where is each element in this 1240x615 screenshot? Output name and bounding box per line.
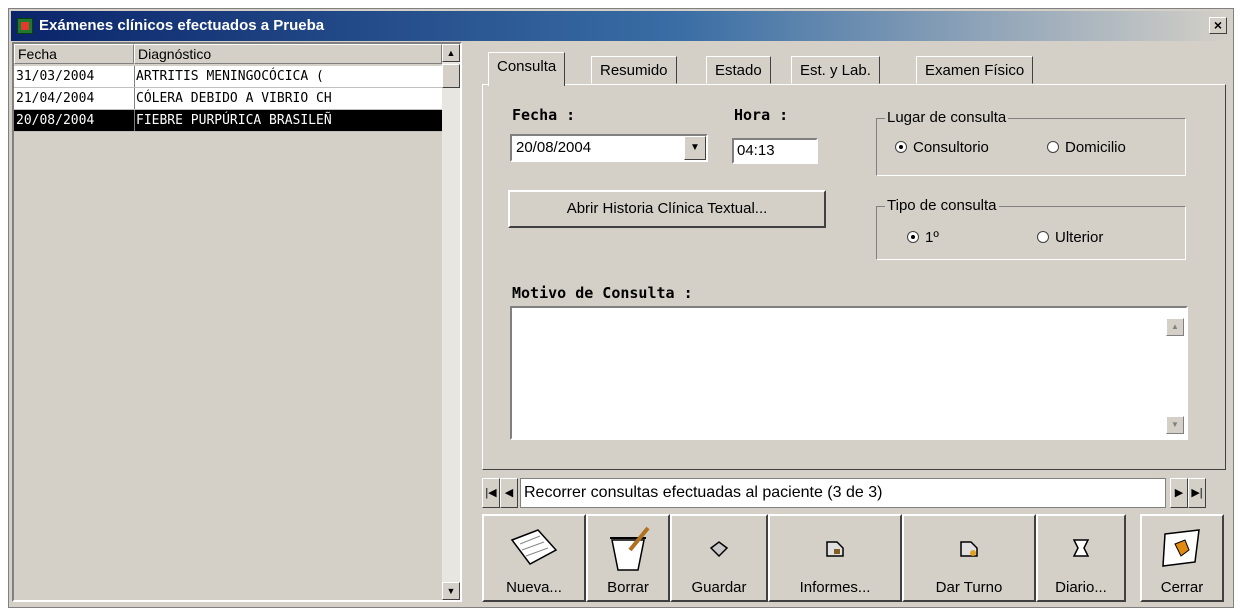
row-diagnostico: FIEBRE PURPÚRICA BRASILEÑ	[136, 113, 332, 128]
prev-record-icon[interactable]: ◀	[500, 478, 518, 508]
diary-icon	[1072, 539, 1090, 557]
list-row-selected[interactable]: 20/08/2004 FIEBRE PURPÚRICA BRASILEÑ	[14, 110, 442, 132]
exit-door-icon	[1162, 529, 1200, 567]
guardar-label: Guardar	[691, 579, 747, 596]
radio-label: Consultorio	[913, 139, 989, 156]
radio-label: 1º	[925, 229, 939, 246]
memo-scrollbar[interactable]: ▲ ▼	[1166, 312, 1184, 436]
radio-on-icon	[907, 231, 919, 243]
lugar-group: Lugar de consulta Consultorio Domicilio	[876, 109, 1186, 176]
diario-label: Diario...	[1055, 579, 1107, 596]
scroll-down-icon[interactable]: ▼	[442, 582, 460, 600]
informes-button[interactable]: Informes...	[768, 514, 902, 602]
radio-label: Ulterior	[1055, 229, 1104, 246]
window-title: Exámenes clínicos efectuados a Prueba	[39, 17, 325, 34]
row-diagnostico: ARTRITIS MENINGOCÓCICA (	[136, 69, 324, 84]
tab-examen-fisico[interactable]: Examen Físico	[916, 56, 1034, 84]
fecha-combobox[interactable]: 20/08/2004 ▼	[510, 134, 708, 162]
lugar-legend: Lugar de consulta	[885, 109, 1009, 127]
tipo-legend: Tipo de consulta	[885, 197, 999, 215]
first-record-icon[interactable]: |◀	[482, 478, 500, 508]
hora-field[interactable]: 04:13	[732, 138, 818, 164]
radio-off-icon	[1047, 141, 1059, 153]
column-header-diagnostico[interactable]: Diagnóstico	[134, 44, 442, 64]
record-navigator: |◀ ◀ Recorrer consultas efectuadas al pa…	[482, 478, 1226, 510]
close-button[interactable]: ×	[1209, 17, 1227, 34]
borrar-button[interactable]: Borrar	[586, 514, 670, 602]
delete-icon	[610, 526, 650, 571]
list-scrollbar[interactable]: ▲ ▼	[442, 44, 460, 600]
motivo-textarea[interactable]: ▲ ▼	[510, 306, 1188, 440]
radio-label: Domicilio	[1065, 139, 1126, 156]
tab-estado[interactable]: Estado	[706, 56, 771, 84]
next-record-icon[interactable]: ▶	[1170, 478, 1188, 508]
tab-resumido[interactable]: Resumido	[591, 56, 677, 84]
borrar-label: Borrar	[607, 579, 649, 596]
radio-primera[interactable]: 1º	[907, 229, 939, 247]
list-header: Fecha Diagnóstico	[14, 44, 442, 64]
fecha-value: 20/08/2004	[516, 139, 592, 156]
tab-consulta[interactable]: Consulta	[488, 52, 566, 86]
consultations-list[interactable]: Fecha Diagnóstico 31/03/2004 ARTRITIS ME…	[12, 42, 462, 602]
informes-label: Informes...	[799, 579, 871, 596]
last-record-icon[interactable]: ▶|	[1188, 478, 1206, 508]
appointment-icon	[960, 541, 978, 557]
tipo-group: Tipo de consulta 1º Ulterior	[876, 197, 1186, 260]
abrir-historia-button[interactable]: Abrir Historia Clínica Textual...	[508, 190, 826, 228]
row-diagnostico: CÓLERA DEBIDO A VIBRIO CH	[136, 91, 332, 106]
nueva-button[interactable]: Nueva...	[482, 514, 586, 602]
radio-domicilio[interactable]: Domicilio	[1047, 139, 1126, 157]
column-header-fecha[interactable]: Fecha	[14, 44, 134, 64]
chevron-down-icon[interactable]: ▼	[684, 136, 706, 160]
title-bar: Exámenes clínicos efectuados a Prueba ×	[11, 11, 1231, 41]
row-fecha: 31/03/2004	[16, 66, 135, 87]
list-row[interactable]: 21/04/2004 CÓLERA DEBIDO A VIBRIO CH	[14, 88, 442, 110]
radio-off-icon	[1037, 231, 1049, 243]
fecha-label: Fecha :	[512, 106, 576, 124]
diario-button[interactable]: Diario...	[1036, 514, 1126, 602]
app-icon	[17, 18, 33, 34]
tab-est-lab[interactable]: Est. y Lab.	[791, 56, 880, 84]
list-row[interactable]: 31/03/2004 ARTRITIS MENINGOCÓCICA (	[14, 66, 442, 88]
dar-turno-label: Dar Turno	[935, 579, 1003, 596]
new-document-icon	[510, 529, 558, 565]
scroll-up-icon[interactable]: ▲	[1166, 318, 1184, 336]
save-icon	[709, 541, 729, 558]
motivo-label: Motivo de Consulta :	[512, 284, 693, 302]
scroll-up-icon[interactable]: ▲	[442, 44, 460, 62]
hora-label: Hora :	[734, 106, 789, 124]
report-icon	[826, 541, 844, 557]
cerrar-button[interactable]: Cerrar	[1140, 514, 1224, 602]
radio-consultorio[interactable]: Consultorio	[895, 139, 989, 157]
cerrar-label: Cerrar	[1160, 579, 1204, 596]
nueva-label: Nueva...	[506, 579, 562, 596]
scroll-down-icon[interactable]: ▼	[1166, 416, 1184, 434]
radio-on-icon	[895, 141, 907, 153]
dar-turno-button[interactable]: Dar Turno	[902, 514, 1036, 602]
row-fecha: 20/08/2004	[16, 110, 135, 131]
guardar-button[interactable]: Guardar	[670, 514, 768, 602]
radio-ulterior[interactable]: Ulterior	[1037, 229, 1103, 247]
scroll-thumb[interactable]	[442, 64, 460, 88]
navigator-text: Recorrer consultas efectuadas al pacient…	[520, 478, 1166, 508]
row-fecha: 21/04/2004	[16, 88, 135, 109]
